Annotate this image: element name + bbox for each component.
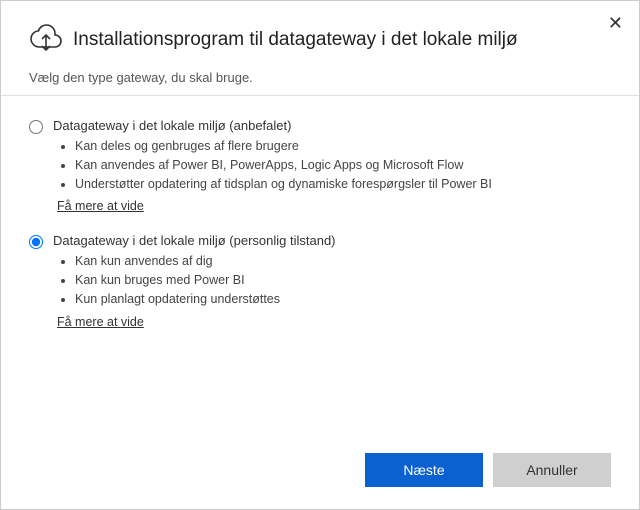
cancel-button[interactable]: Annuller <box>493 453 611 487</box>
next-button[interactable]: Næste <box>365 453 483 487</box>
list-item: Kan kun anvendes af dig <box>75 252 611 271</box>
close-button[interactable]: ✕ <box>604 9 627 38</box>
dialog-header: Installationsprogram til datagateway i d… <box>1 1 639 64</box>
option-personal: Datagateway i det lokale miljø (personli… <box>29 233 611 330</box>
option-recommended-bullets: Kan deles og genbruges af flere brugere … <box>53 137 611 193</box>
dialog-footer: Næste Annuller <box>365 453 611 487</box>
radio-personal[interactable] <box>29 235 43 249</box>
option-recommended: Datagateway i det lokale miljø (anbefale… <box>29 118 611 215</box>
list-item: Kun planlagt opdatering understøttes <box>75 290 611 309</box>
list-item: Kan deles og genbruges af flere brugere <box>75 137 611 156</box>
option-personal-label[interactable]: Datagateway i det lokale miljø (personli… <box>53 233 611 248</box>
option-personal-bullets: Kan kun anvendes af dig Kan kun bruges m… <box>53 252 611 308</box>
list-item: Kan anvendes af Power BI, PowerApps, Log… <box>75 156 611 175</box>
learn-more-personal[interactable]: Få mere at vide <box>57 315 144 329</box>
gateway-options: Datagateway i det lokale miljø (anbefale… <box>1 118 639 331</box>
radio-recommended[interactable] <box>29 120 43 134</box>
dialog-subtitle: Vælg den type gateway, du skal bruge. <box>1 64 639 96</box>
learn-more-recommended[interactable]: Få mere at vide <box>57 199 144 213</box>
cloud-gateway-icon <box>29 23 63 56</box>
option-recommended-label[interactable]: Datagateway i det lokale miljø (anbefale… <box>53 118 611 133</box>
dialog-title: Installationsprogram til datagateway i d… <box>73 29 518 51</box>
list-item: Kan kun bruges med Power BI <box>75 271 611 290</box>
list-item: Understøtter opdatering af tidsplan og d… <box>75 175 611 194</box>
